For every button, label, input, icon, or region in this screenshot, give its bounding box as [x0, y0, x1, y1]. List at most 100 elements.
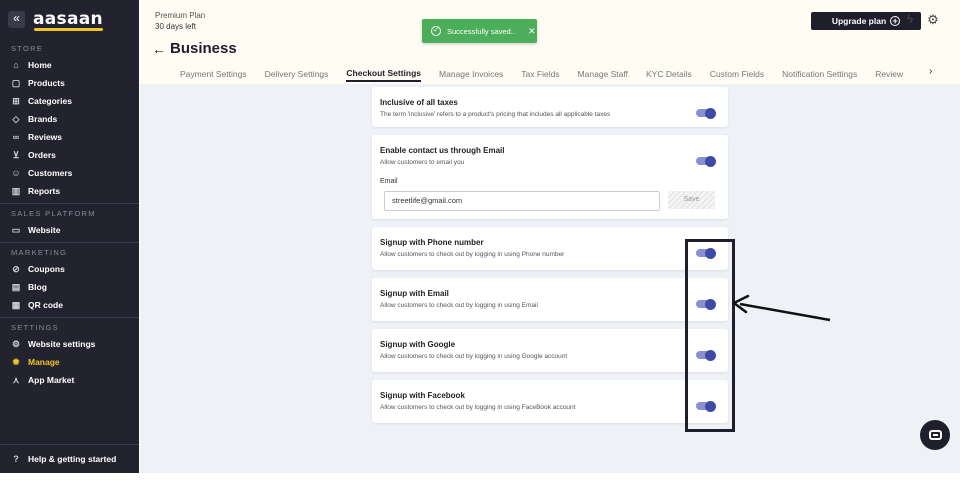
tab-checkout-settings[interactable]: Checkout Settings: [346, 66, 422, 82]
contact-email-card: Enable contact us through Email Allow cu…: [372, 135, 728, 219]
annotation-arrow-icon: [732, 294, 831, 322]
plan-name: Premium Plan: [155, 11, 206, 20]
contact-email-desc: Allow customers to email you: [380, 159, 465, 166]
bar-chart-icon: ▥: [11, 186, 21, 196]
sidebar-section-label: MARKETING: [11, 248, 68, 257]
sidebar-item-label: Coupons: [28, 264, 65, 274]
contact-email-toggle[interactable]: [696, 155, 716, 167]
sidebar-item-products[interactable]: ▢ Products: [0, 74, 139, 92]
help-label: Help & getting started: [28, 454, 117, 464]
topbar: Premium Plan 30 days left Upgrade plan +…: [140, 0, 960, 84]
collapse-sidebar-icon[interactable]: «: [8, 10, 25, 28]
gear-icon[interactable]: ⚙: [926, 12, 940, 28]
sidebar-item-label: QR code: [28, 300, 63, 310]
sidebar: « aasaan STORE ⌂ Home ▢ Products ⊞ Categories ◇…: [0, 0, 139, 473]
sidebar-item-reviews[interactable]: ∞ Reviews: [0, 128, 139, 146]
sidebar-item-label: Blog: [28, 282, 47, 292]
sidebar-item-coupons[interactable]: ⊘ Coupons: [0, 260, 139, 278]
sidebar-item-customers[interactable]: ☺ Customers: [0, 164, 139, 182]
bolt-icon[interactable]: ϟ: [903, 12, 917, 28]
products-icon: ▢: [11, 78, 21, 88]
taxes-desc: The term 'inclusive' refers to a product…: [380, 111, 611, 118]
taxes-card: Inclusive of all taxes The term 'inclusi…: [372, 87, 728, 127]
close-icon[interactable]: ✕: [528, 26, 536, 37]
arrow-shaft: [739, 302, 831, 322]
settings-tabs: Payment Settings Delivery Settings Checkou…: [180, 66, 921, 82]
sidebar-item-orders[interactable]: ⊻ Orders: [0, 146, 139, 164]
sidebar-item-categories[interactable]: ⊞ Categories: [0, 92, 139, 110]
email-field[interactable]: streetlife@gmail.com: [384, 191, 660, 211]
gear-icon: ✹: [12, 357, 20, 367]
chat-button[interactable]: [920, 420, 950, 450]
sidebar-nav: STORE ⌂ Home ▢ Products ⊞ Categories ◇ Brands ∞ Re…: [0, 42, 139, 389]
chevron-right-icon[interactable]: ›: [929, 66, 932, 77]
sidebar-item-brands[interactable]: ◇ Brands: [0, 110, 139, 128]
tab-payment-settings[interactable]: Payment Settings: [180, 67, 247, 81]
signup-email-desc: Allow customers to check out by logging …: [380, 302, 538, 309]
coupon-icon: ⊘: [12, 264, 20, 274]
signup-google-card: Signup with Google Allow customers to ch…: [372, 329, 728, 372]
chat-bubble-icon: [928, 430, 942, 440]
sidebar-item-website-settings[interactable]: ⚙ Website settings: [0, 335, 139, 353]
categories-icon: ⊞: [12, 96, 20, 106]
back-arrow-icon[interactable]: ←: [152, 41, 166, 57]
sidebar-item-label: Brands: [28, 114, 58, 124]
users-icon: ☺: [11, 168, 21, 178]
sidebar-item-qr-code[interactable]: ▦ QR code: [0, 296, 139, 314]
sidebar-section-label: STORE: [11, 44, 44, 53]
qr-icon: ▦: [11, 300, 21, 310]
sidebar-item-home[interactable]: ⌂ Home: [0, 56, 139, 74]
tab-tax-fields[interactable]: Tax Fields: [521, 67, 559, 81]
tab-kyc-details[interactable]: KYC Details: [646, 67, 692, 81]
tab-notification-settings[interactable]: Notification Settings: [782, 67, 857, 81]
email-label: Email: [380, 178, 398, 185]
sidebar-item-label: Reports: [28, 186, 61, 196]
monitor-icon: ▭: [11, 225, 21, 235]
page-title: Business: [170, 40, 237, 57]
sidebar-item-label: App Market: [28, 375, 75, 385]
save-button[interactable]: Save: [668, 191, 715, 209]
signup-google-desc: Allow customers to check out by logging …: [380, 353, 568, 360]
logo[interactable]: aasaan: [33, 9, 103, 31]
help-icon: ?: [13, 454, 19, 464]
sidebar-item-manage[interactable]: ✹ Manage: [0, 353, 139, 371]
sidebar-footer: ? Help & getting started: [0, 444, 139, 473]
signup-google-title: Signup with Google: [380, 340, 456, 349]
toast-message: Successfully saved..: [447, 26, 515, 36]
main-content: Inclusive of all taxes The term 'inclusi…: [140, 84, 960, 473]
sidebar-item-reports[interactable]: ▥ Reports: [0, 182, 139, 200]
sidebar-item-label: Customers: [28, 168, 73, 178]
days-left: 30 days left: [155, 22, 196, 31]
sidebar-item-label: Website settings: [28, 339, 96, 349]
tab-manage-staff[interactable]: Manage Staff: [578, 67, 628, 81]
upgrade-plan-label: Upgrade plan: [831, 16, 887, 26]
sidebar-item-label: Products: [28, 78, 65, 88]
plan-info: Premium Plan 30 days left: [155, 10, 205, 32]
bottom-strip: [0, 473, 960, 480]
toggle-knob: [705, 155, 716, 167]
tab-review[interactable]: Review: [875, 67, 903, 81]
contact-email-title: Enable contact us through Email: [380, 146, 505, 155]
check-circle-icon: ✓: [431, 26, 441, 36]
signup-email-title: Signup with Email: [380, 289, 449, 298]
tab-manage-invoices[interactable]: Manage Invoices: [439, 67, 503, 81]
sidebar-item-label: Categories: [28, 96, 72, 106]
sidebar-divider: [0, 203, 139, 204]
success-toast: ✓ Successfully saved.. ✕: [422, 19, 537, 43]
signup-facebook-card: Signup with Facebook Allow customers to …: [372, 380, 728, 423]
signup-facebook-title: Signup with Facebook: [380, 391, 465, 400]
taxes-title: Inclusive of all taxes: [380, 98, 458, 107]
sidebar-item-label: Home: [28, 60, 52, 70]
taxes-toggle[interactable]: [696, 107, 716, 119]
signup-phone-title: Signup with Phone number: [380, 238, 484, 247]
sidebar-section-label: SETTINGS: [11, 323, 59, 332]
sidebar-item-app-market[interactable]: ⋏ App Market: [0, 371, 139, 389]
tab-delivery-settings[interactable]: Delivery Settings: [265, 67, 329, 81]
page-title-row: ← Business: [152, 40, 237, 57]
tab-custom-fields[interactable]: Custom Fields: [710, 67, 764, 81]
help-link[interactable]: ? Help & getting started: [0, 445, 139, 473]
sidebar-item-blog[interactable]: ▤ Blog: [0, 278, 139, 296]
blog-icon: ▤: [11, 282, 21, 292]
signup-email-card: Signup with Email Allow customers to che…: [372, 278, 728, 321]
sidebar-item-website[interactable]: ▭ Website: [0, 221, 139, 239]
